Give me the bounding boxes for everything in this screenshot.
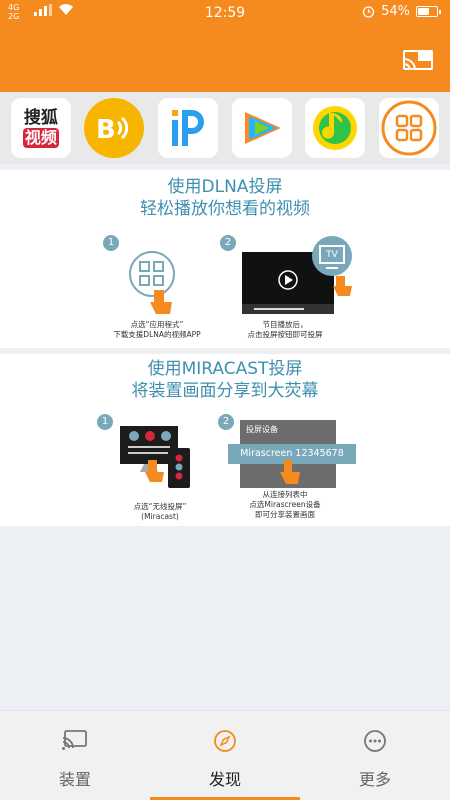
iqiyi-app-icon[interactable]	[158, 98, 219, 158]
bilibili-logo-icon: B	[96, 115, 129, 144]
tap-hand-icon	[280, 460, 300, 484]
video-player-cast-illustration	[242, 236, 352, 314]
miracast-step2-badge: 2	[218, 414, 234, 430]
more-apps-grid-icon[interactable]	[379, 98, 440, 158]
app-shortcut-row: 搜狐 视频 B	[0, 92, 450, 164]
tencent-video-logo-icon	[244, 112, 281, 144]
tab-discover[interactable]: 发现	[150, 711, 300, 800]
more-dots-icon	[364, 730, 386, 752]
tab-discover-label: 发现	[208, 770, 241, 789]
miracast-title-line1: 使用MIRACAST投屏	[147, 359, 303, 379]
miracast-step2-caption: 从连接列表中 点选Mirascreen设备 即可分享装置画面	[210, 490, 360, 520]
dlna-step2-caption-line2: 点击投屏按钮即可投屏	[247, 330, 323, 339]
tv-label: TV	[326, 250, 338, 260]
tencent-video-app-icon[interactable]	[231, 98, 292, 158]
grid-icon	[381, 100, 437, 156]
miracast-title-line2: 将装置画面分享到大荧幕	[131, 381, 319, 401]
qq-music-app-icon[interactable]	[305, 98, 366, 158]
battery-percent: 54%	[381, 4, 410, 19]
battery-icon	[416, 6, 441, 17]
miracast-step2-caption-line3: 即可分享装置画面	[255, 510, 315, 519]
status-bar: 4G 2G 12:59 54%	[0, 0, 450, 26]
compass-icon	[214, 730, 236, 752]
svg-text:B: B	[96, 115, 116, 144]
dlna-step2-caption: 节目播放后， 点击投屏按钮即可投屏	[210, 320, 360, 340]
sohu-label-bottom: 视频	[22, 128, 59, 148]
tab-more[interactable]: 更多	[300, 711, 450, 800]
device-list-header: 投屏设备	[246, 425, 278, 434]
alarm-icon	[362, 6, 375, 18]
sohu-label-top: 搜狐	[23, 108, 58, 128]
dlna-title-line2: 轻松播放你想看的视频	[140, 199, 310, 219]
header-bar: 4G 2G 12:59 54%	[0, 0, 450, 92]
dlna-guide-card: 使用DLNA投屏 轻松播放你想看的视频 1 点选“应用程式” 下载支援DLNA的…	[0, 170, 450, 348]
bottom-navigation: 装置 发现 更多	[0, 710, 450, 800]
tab-devices-label: 装置	[58, 770, 91, 789]
screen-cast-icon[interactable]	[400, 46, 436, 74]
dlna-title: 使用DLNA投屏 轻松播放你想看的视频	[0, 170, 450, 220]
monitor-phone-illustration	[120, 426, 190, 488]
tab-more-label: 更多	[358, 770, 391, 789]
iqiyi-logo-icon	[172, 110, 205, 146]
dlna-title-line1: 使用DLNA投屏	[167, 177, 283, 197]
miracast-step2-caption-line1: 从连接列表中	[262, 490, 308, 499]
miracast-guide-card: 使用MIRACAST投屏 将装置画面分享到大荧幕 1 点选“无线投屏” (Mir…	[0, 354, 450, 526]
dlna-step1-badge: 1	[103, 235, 119, 251]
cast-icon	[62, 730, 87, 750]
qq-music-logo-icon	[313, 106, 358, 150]
sohu-video-app-icon[interactable]: 搜狐 视频	[10, 98, 71, 158]
miracast-step2-caption-line2: 点选Mirascreen设备	[249, 500, 321, 509]
app-grid-tap-icon	[129, 251, 175, 314]
miracast-title: 使用MIRACAST投屏 将装置画面分享到大荧幕	[0, 354, 450, 402]
dlna-step2-badge: 2	[220, 235, 236, 251]
dlna-step2-caption-line1: 节目播放后，	[262, 320, 308, 329]
bilibili-app-icon[interactable]: B	[84, 98, 145, 158]
miracast-step1-badge: 1	[97, 414, 113, 430]
tab-devices[interactable]: 装置	[0, 711, 150, 800]
